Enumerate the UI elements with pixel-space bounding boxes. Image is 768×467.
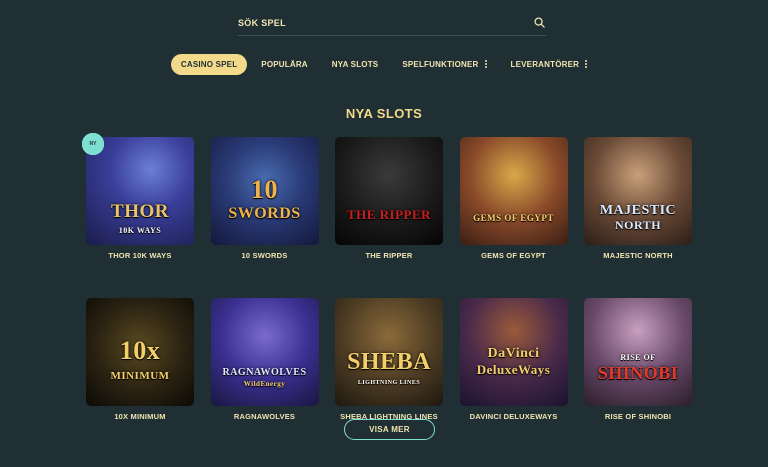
- game-art-subtitle: DeluxeWays: [476, 362, 551, 377]
- game-thumbnail[interactable]: SHEBA LIGHTNING LINES: [335, 298, 443, 406]
- search-icon[interactable]: [532, 16, 546, 30]
- game-thumbnail[interactable]: SHINOBI RISE OF: [584, 298, 692, 406]
- game-card-rise-of-shinobi[interactable]: SHINOBI RISE OF NY RISE OF SHINOBI: [82, 133, 692, 421]
- game-name[interactable]: DAVINCI DELUXEWAYS: [460, 412, 568, 421]
- category-nav: CASINO SPEL POPULÄRA NYA SLOTS SPELFUNKT…: [0, 53, 768, 75]
- game-card-gems-of-egypt[interactable]: GEMS OF EGYPT NY GEMS OF EGYPT: [82, 133, 568, 260]
- game-art: [584, 298, 692, 406]
- game-art-subtitle: SWORDS: [228, 205, 301, 222]
- game-art-title: 10: [251, 175, 278, 204]
- game-thumbnail[interactable]: THE RIPPER: [335, 137, 443, 245]
- game-art-title: THE RIPPER: [346, 207, 432, 222]
- game-thumbnail[interactable]: 10x MINIMUM: [86, 298, 194, 406]
- game-art: [210, 298, 319, 406]
- game-art-subtitle: LIGHTNING LINES: [357, 380, 421, 386]
- game-name[interactable]: 10X MINIMUM: [86, 412, 194, 421]
- section-title: NYA SLOTS: [345, 106, 423, 121]
- game-art-title: MAJESTIC: [599, 203, 677, 218]
- game-art-subtitle: 10K WAYS: [118, 226, 162, 235]
- tab-populara[interactable]: POPULÄRA: [251, 54, 318, 75]
- game-grid: THOR 10K WAYS NY THOR 10K WAYS 10 SWORDS…: [82, 133, 693, 421]
- game-name[interactable]: THOR 10K WAYS: [86, 251, 194, 260]
- game-art: [335, 137, 443, 245]
- game-card-the-ripper[interactable]: THE RIPPER NY THE RIPPER: [82, 133, 443, 260]
- game-thumbnail[interactable]: 10 SWORDS: [210, 137, 319, 245]
- game-art-title: THOR: [111, 201, 169, 222]
- game-art-subtitle: RISE OF: [620, 353, 656, 362]
- game-art-subtitle: WildEnergy: [243, 380, 286, 388]
- game-art-title: 10x: [119, 336, 161, 365]
- game-name[interactable]: 10 SWORDS: [211, 251, 319, 260]
- tab-casino-spel[interactable]: CASINO SPEL: [170, 53, 248, 75]
- game-art-subtitle: MINIMUM: [110, 370, 170, 382]
- tab-leverantorer[interactable]: LEVERANTÖRER: [501, 54, 598, 75]
- more-vertical-icon: [585, 59, 588, 69]
- game-name[interactable]: RAGNAWOLVES: [211, 412, 319, 421]
- game-card-thor[interactable]: THOR 10K WAYS NY THOR 10K WAYS: [82, 133, 194, 260]
- game-card-davinci[interactable]: DaVinci DeluxeWays NY DAVINCI DELUXEWAYS: [82, 133, 568, 421]
- game-name[interactable]: RISE OF SHINOBI: [584, 412, 692, 421]
- tab-label: CASINO SPEL: [180, 59, 238, 69]
- search-bar[interactable]: [238, 10, 546, 36]
- game-thumbnail[interactable]: GEMS OF EGYPT: [459, 137, 568, 245]
- show-more-button[interactable]: VISA MER: [344, 419, 435, 440]
- game-thumbnail[interactable]: DaVinci DeluxeWays: [459, 298, 568, 406]
- game-name[interactable]: THE RIPPER: [335, 251, 443, 260]
- game-card-majestic-north[interactable]: MAJESTIC NORTH NY MAJESTIC NORTH: [82, 133, 692, 260]
- new-badge: NY: [82, 133, 104, 155]
- tab-label: POPULÄRA: [261, 59, 308, 69]
- game-thumbnail[interactable]: THOR 10K WAYS: [86, 137, 194, 245]
- game-art-title: DaVinci: [487, 346, 540, 361]
- game-card-sheba[interactable]: SHEBA LIGHTNING LINES NY SHEBA LIGHTNING…: [82, 133, 443, 421]
- game-card-ragnawolves[interactable]: RAGNAWOLVES WildEnergy NY RAGNAWOLVES: [82, 133, 319, 421]
- game-card-10x-minimum[interactable]: 10x MINIMUM NY 10X MINIMUM: [82, 133, 194, 421]
- tab-nya-slots[interactable]: NYA SLOTS: [322, 54, 389, 75]
- game-art-title: RAGNAWOLVES: [222, 367, 307, 378]
- more-vertical-icon: [484, 59, 487, 69]
- game-art-title: GEMS OF EGYPT: [473, 213, 554, 223]
- game-thumbnail[interactable]: RAGNAWOLVES WildEnergy: [210, 298, 319, 406]
- tab-label: SPELFUNKTIONER: [402, 59, 479, 69]
- search-input[interactable]: [238, 17, 498, 28]
- tab-label: LEVERANTÖRER: [510, 59, 580, 69]
- tab-label: NYA SLOTS: [331, 59, 379, 69]
- tab-spelfunktioner[interactable]: SPELFUNKTIONER: [392, 54, 496, 75]
- game-art-title: SHEBA: [347, 349, 431, 375]
- game-name[interactable]: MAJESTIC NORTH: [584, 251, 692, 260]
- game-card-10-swords[interactable]: 10 SWORDS NY 10 SWORDS: [82, 133, 319, 260]
- game-art: [459, 137, 568, 245]
- game-art-title: SHINOBI: [597, 363, 679, 383]
- game-thumbnail[interactable]: MAJESTIC NORTH: [584, 137, 692, 245]
- game-name[interactable]: GEMS OF EGYPT: [460, 251, 568, 260]
- game-art-subtitle: NORTH: [614, 218, 662, 232]
